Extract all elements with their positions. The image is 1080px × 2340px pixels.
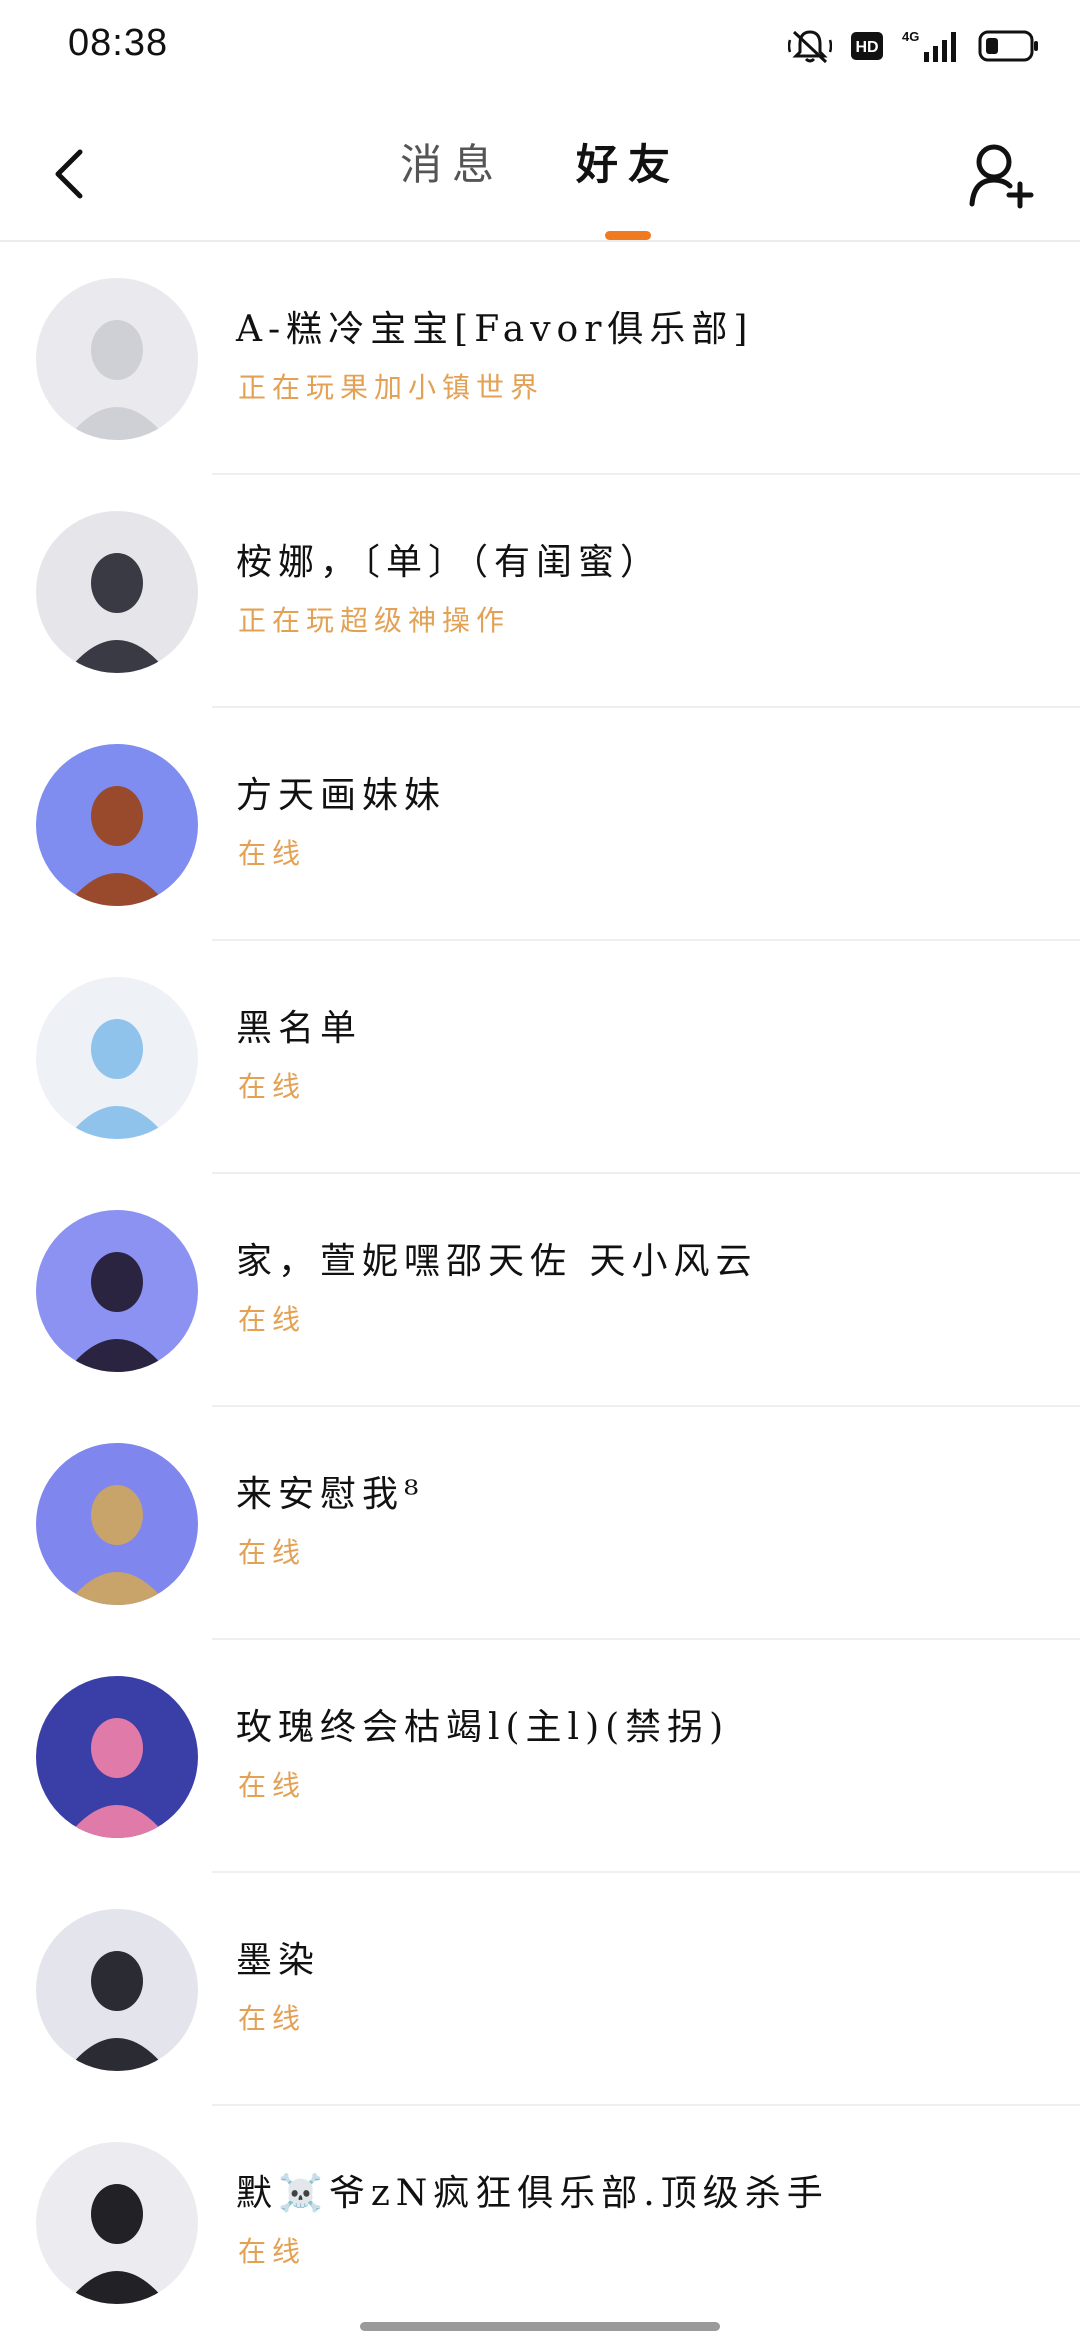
friend-name: 默☠️爷zN疯狂俱乐部.顶级杀手	[236, 2173, 829, 2214]
avatar[interactable]	[36, 2142, 198, 2304]
friend-row[interactable]: 桉娜，〔单〕（有闺蜜） 正在玩超级神操作	[0, 475, 1080, 708]
active-tab-indicator	[605, 231, 651, 240]
friend-status: 正在玩果加小镇世界	[238, 371, 545, 404]
tab-bar: 消息 好友	[0, 110, 1080, 240]
hd-icon: HD	[850, 31, 884, 65]
signal-icon: 4G	[902, 28, 960, 68]
friend-status: 正在玩超级神操作	[238, 604, 511, 637]
friend-status: 在线	[238, 1769, 307, 1802]
add-friend-icon	[969, 144, 1034, 209]
friend-status: 在线	[238, 837, 307, 870]
mute-bell-icon	[787, 28, 833, 68]
back-button[interactable]	[40, 134, 100, 214]
friend-name: 玫瑰终会枯竭l(主l)(禁拐)	[236, 1707, 730, 1748]
friend-name: 墨染	[236, 1940, 321, 1981]
friend-row[interactable]: 玫瑰终会枯竭l(主l)(禁拐) 在线	[0, 1640, 1080, 1873]
avatar[interactable]	[36, 1443, 198, 1605]
home-indicator[interactable]	[360, 2322, 720, 2331]
friend-row[interactable]: 黑名单 在线	[0, 941, 1080, 1174]
back-arrow-icon	[55, 149, 83, 199]
friend-row[interactable]: A-糕冷宝宝[Favor俱乐部] 正在玩果加小镇世界	[0, 242, 1080, 475]
friend-status: 在线	[238, 2235, 307, 2268]
friend-list: A-糕冷宝宝[Favor俱乐部] 正在玩果加小镇世界 桉娜，〔单〕（有闺蜜） 正…	[0, 242, 1080, 2339]
tab-messages-label: 消息	[399, 140, 504, 189]
status-icons: HD 4G	[787, 28, 1040, 68]
friend-name: 方天画妹妹	[236, 775, 447, 816]
avatar[interactable]	[36, 511, 198, 673]
status-bar: 08:38 HD 4G	[0, 0, 1080, 96]
avatar[interactable]	[36, 278, 198, 440]
friend-name: 黑名单	[236, 1008, 363, 1049]
avatar[interactable]	[36, 1210, 198, 1372]
battery-icon	[978, 30, 1040, 66]
friend-name: 家，萱妮嘿邵天佐 天小风云	[236, 1241, 758, 1282]
status-time: 08:38	[68, 22, 169, 64]
friend-status: 在线	[238, 1303, 307, 1336]
friend-row[interactable]: 默☠️爷zN疯狂俱乐部.顶级杀手 在线	[0, 2106, 1080, 2339]
avatar[interactable]	[36, 1676, 198, 1838]
tab-friends-label: 好友	[576, 140, 681, 189]
friend-row[interactable]: 方天画妹妹 在线	[0, 708, 1080, 941]
friend-status: 在线	[238, 1070, 307, 1103]
add-friend-button[interactable]	[956, 130, 1046, 220]
avatar[interactable]	[36, 977, 198, 1139]
top-nav-header: 消息 好友	[0, 110, 1080, 240]
friend-row[interactable]: 家，萱妮嘿邵天佐 天小风云 在线	[0, 1174, 1080, 1407]
avatar[interactable]	[36, 744, 198, 906]
friend-row[interactable]: 来安慰我⁸ 在线	[0, 1407, 1080, 1640]
hd-badge-text: HD	[855, 39, 878, 56]
avatar[interactable]	[36, 1909, 198, 2071]
friend-name: 来安慰我⁸	[236, 1474, 425, 1515]
friend-name: 桉娜，〔单〕（有闺蜜）	[236, 542, 663, 583]
friend-name: A-糕冷宝宝[Favor俱乐部]	[236, 309, 754, 350]
tab-messages[interactable]: 消息	[394, 110, 510, 240]
friend-row[interactable]: 墨染 在线	[0, 1873, 1080, 2106]
friend-status: 在线	[238, 1536, 307, 1569]
network-type: 4G	[902, 29, 919, 44]
friend-status: 在线	[238, 2002, 307, 2035]
tab-friends[interactable]: 好友	[570, 110, 686, 240]
